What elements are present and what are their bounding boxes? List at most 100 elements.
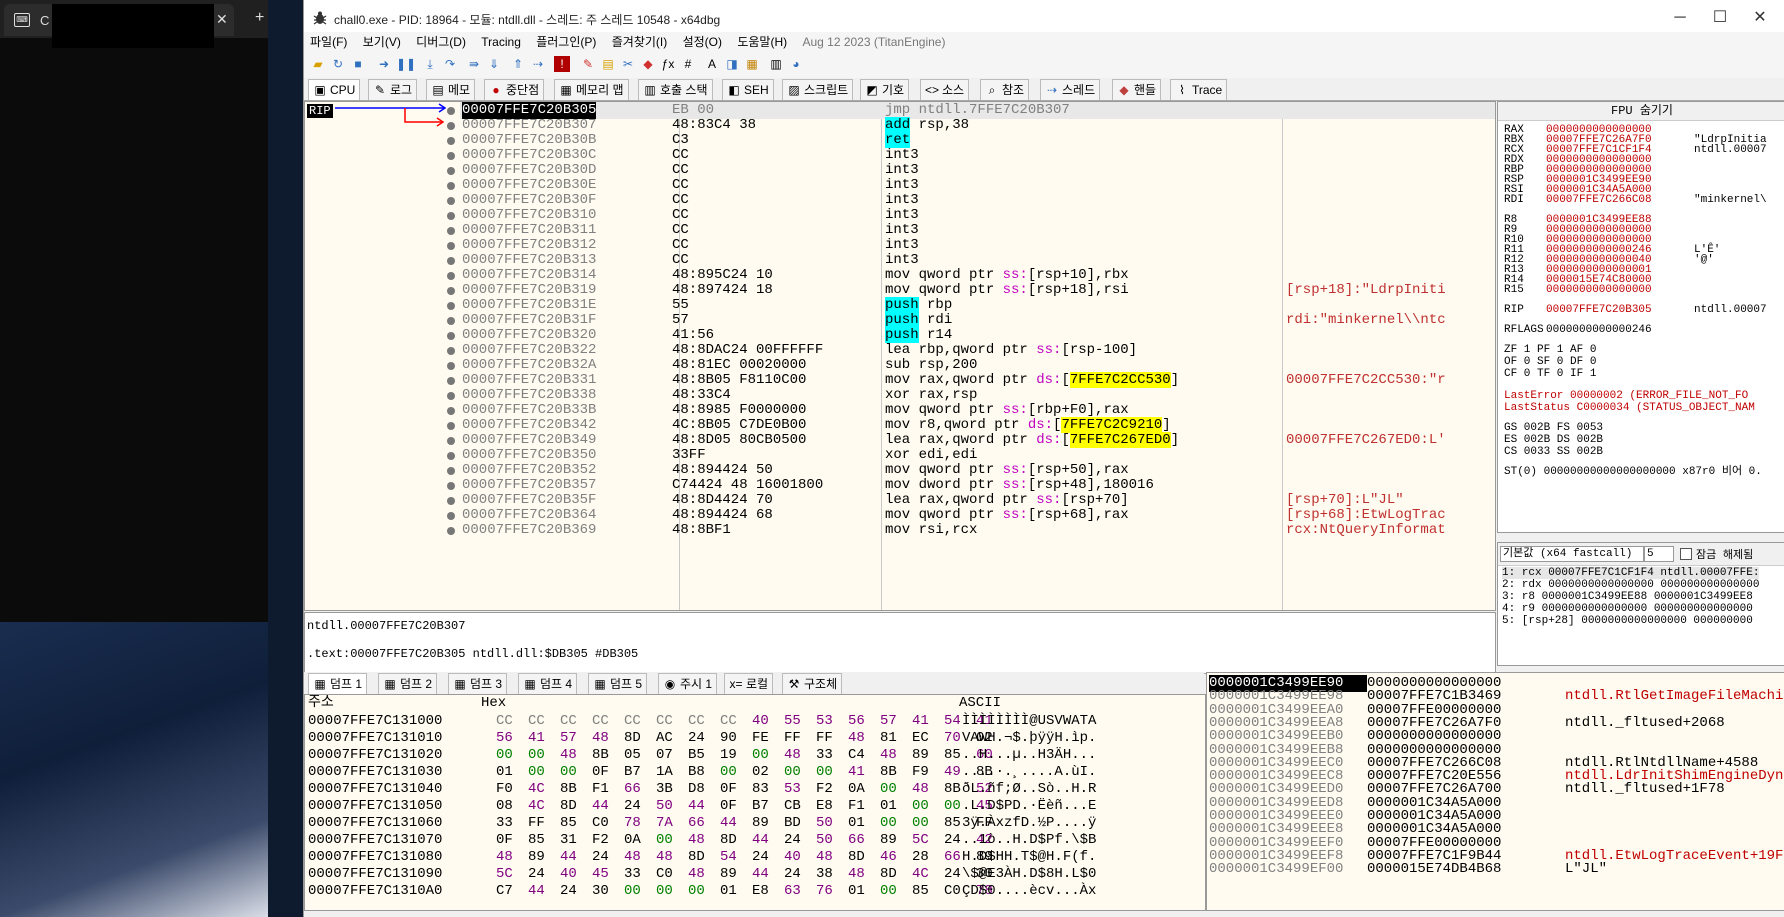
menu-debug[interactable]: 디버그(D): [410, 32, 472, 52]
font-icon[interactable]: A: [704, 56, 720, 72]
label-icon[interactable]: ✂: [620, 56, 636, 72]
register-row[interactable]: RDI 00007FFE7C266C08 "minkernel\: [1504, 194, 1767, 206]
trace-into-icon[interactable]: ⇛: [466, 56, 482, 72]
dump-tab[interactable]: ▦ 덤프 2: [378, 673, 438, 694]
open-icon[interactable]: ▰: [310, 56, 326, 72]
tab-notes[interactable]: ▤ 메모: [426, 79, 476, 100]
run-to-user-code-icon[interactable]: ⇢: [530, 56, 546, 72]
dump-tab[interactable]: ◉ 주시 1: [658, 673, 718, 694]
tab-references[interactable]: ⌕ 참조: [980, 79, 1030, 100]
dump-row[interactable]: 00007FFE7C131060 33 FF 85 C0 78 7A 66 44 89 BD 50 01…: [308, 815, 1096, 832]
minimize-button[interactable]: ─: [1660, 6, 1700, 30]
register-row[interactable]: R15 0000000000000000: [1504, 284, 1652, 296]
lock-checkbox[interactable]: [1680, 548, 1692, 560]
dump-row[interactable]: 00007FFE7C131080 48 89 44 24 48 48 8D 54 24 40 48 8D…: [308, 849, 1096, 866]
breakpoint-dot-icon[interactable]: [447, 212, 455, 220]
dump-tab[interactable]: ▦ 덤프 3: [448, 673, 508, 694]
menu-file[interactable]: 파일(F): [304, 32, 353, 52]
breakpoint-dot-icon[interactable]: [447, 302, 455, 310]
menu-plugins[interactable]: 플러그인(P): [530, 32, 602, 52]
close-button[interactable]: ✕: [1740, 6, 1780, 30]
dump-row[interactable]: 00007FFE7C131070 0F 85 31 F2 0A 00 48 8D 44 24 50 66…: [308, 832, 1096, 849]
dump-row[interactable]: 00007FFE7C131090 5C 24 40 45 33 C0 48 89 44 24 38 48…: [308, 866, 1096, 883]
breakpoint-dot-icon[interactable]: [447, 347, 455, 355]
patch-icon[interactable]: ✎: [580, 56, 596, 72]
arg-row[interactable]: 5: [rsp+28] 0000000000000000 000000000: [1502, 615, 1753, 627]
breakpoint-dot-icon[interactable]: [447, 392, 455, 400]
breakpoint-dot-icon[interactable]: [447, 197, 455, 205]
menu-favourites[interactable]: 즐겨찾기(I): [606, 32, 674, 52]
breakpoint-dot-icon[interactable]: [447, 377, 455, 385]
tab-trace[interactable]: ⌇ Trace: [1170, 79, 1228, 100]
breakpoint-dot-icon[interactable]: [447, 527, 455, 535]
breakpoint-dot-icon[interactable]: [447, 407, 455, 415]
comment-icon[interactable]: ▤: [600, 56, 616, 72]
background-tab[interactable]: ⌨ C ✕: [4, 4, 234, 48]
breakpoint-dot-icon[interactable]: [447, 182, 455, 190]
step-into-icon[interactable]: ⤓: [422, 56, 438, 72]
tab-handles[interactable]: ◆ 핸들: [1112, 79, 1162, 100]
breakpoint-dot-icon[interactable]: [447, 287, 455, 295]
arg-count-spinner[interactable]: 5: [1644, 546, 1674, 562]
maximize-button[interactable]: ☐: [1700, 6, 1740, 30]
breakpoint-dot-icon[interactable]: [447, 272, 455, 280]
dump-tab[interactable]: ▦ 덤프 4: [518, 673, 578, 694]
dump-tab[interactable]: ▦ 덤프 5: [588, 673, 648, 694]
settings-icon[interactable]: ◨: [724, 56, 740, 72]
breakpoint-dot-icon[interactable]: [447, 422, 455, 430]
menu-view[interactable]: 보기(V): [357, 32, 407, 52]
step-over-icon[interactable]: ↷: [442, 56, 458, 72]
register-row[interactable]: RIP 00007FFE7C20B305 ntdll.00007: [1504, 304, 1767, 316]
tab-breakpoints[interactable]: ● 중단점: [484, 79, 545, 100]
breakpoint-dot-icon[interactable]: [447, 452, 455, 460]
hash-icon[interactable]: #: [680, 56, 696, 72]
call-convention-select[interactable]: 기본값 (x64 fastcall): [1500, 546, 1644, 562]
pause-icon[interactable]: ❚❚: [396, 56, 416, 72]
breakpoint-dot-icon[interactable]: [447, 512, 455, 520]
dump-view[interactable]: 주소 Hex ASCII 00007FFE7C131000 CC CC CC CC CC C…: [304, 694, 1206, 911]
breakpoint-dot-icon[interactable]: [447, 167, 455, 175]
dump-row[interactable]: 00007FFE7C131050 08 4C 8D 44 24 50 44 0F B7 CB E8 F1…: [308, 798, 1096, 815]
globe-icon[interactable]: ◕: [788, 56, 804, 72]
dump-tab[interactable]: ▦ 덤프 1: [308, 673, 368, 694]
stack-row[interactable]: 0000001C3499EF00 0000015E74DB4B68 L"JL": [1209, 861, 1607, 878]
dump-tab[interactable]: ⚒ 구조체: [782, 673, 843, 694]
arg-row[interactable]: 2: rdx 0000000000000000 000000000000000: [1502, 579, 1759, 591]
tab-threads[interactable]: ⇢ 스레드: [1040, 79, 1101, 100]
breakpoint-dot-icon[interactable]: [447, 152, 455, 160]
registers-panel[interactable]: FPU 숨기기 RAX 0000000000000000 RBX 00007FFE7C…: [1497, 101, 1784, 533]
breakpoint-dot-icon[interactable]: [447, 332, 455, 340]
function-icon[interactable]: ƒx: [660, 56, 676, 72]
fpu-toggle-button[interactable]: FPU 숨기기: [1498, 102, 1784, 121]
tab-log[interactable]: ✎ 로그: [368, 79, 418, 100]
breakpoint-toggle-icon[interactable]: !: [554, 56, 570, 72]
dump-tab[interactable]: x= 로컬: [724, 673, 774, 694]
arg-row[interactable]: 4: r9 0000000000000000 000000000000000: [1502, 603, 1753, 615]
tab-cpu[interactable]: ▣ CPU: [308, 79, 361, 100]
breakpoint-dot-icon[interactable]: [447, 497, 455, 505]
calculator-icon[interactable]: ▦: [744, 56, 760, 72]
tab-memory-map[interactable]: ▦ 메모리 맵: [554, 79, 629, 100]
arg-row[interactable]: 3: r8 0000001C3499EE88 0000001C3499EE8: [1502, 591, 1753, 603]
menu-help[interactable]: 도움말(H): [731, 32, 793, 52]
breakpoint-dot-icon[interactable]: [447, 242, 455, 250]
dump-row[interactable]: 00007FFE7C131030 01 00 00 0F B7 1A B8 00 02 00 00 41…: [308, 764, 1096, 781]
breakpoint-dot-icon[interactable]: [447, 257, 455, 265]
breakpoint-dot-icon[interactable]: [447, 482, 455, 490]
breakpoint-dot-icon[interactable]: [447, 227, 455, 235]
breakpoint-dot-icon[interactable]: [447, 467, 455, 475]
breakpoint-dot-icon[interactable]: [447, 362, 455, 370]
menu-options[interactable]: 설정(O): [677, 32, 728, 52]
disassembly-view[interactable]: RIP 00007FFE7C20B305 EB 00 jmp ntdll.7FFE7…: [304, 101, 1496, 611]
tab-script[interactable]: ▨ 스크립트: [782, 79, 854, 100]
notes-icon[interactable]: ▥: [768, 56, 784, 72]
dump-row[interactable]: 00007FFE7C1310A0 C7 44 24 30 00 00 00 01 E8 63 76 01…: [308, 883, 1096, 900]
trace-over-icon[interactable]: ⇓: [486, 56, 502, 72]
breakpoint-dot-icon[interactable]: [447, 137, 455, 145]
dump-row[interactable]: 00007FFE7C131010 56 41 57 48 8D AC 24 90 FE FF FF 48…: [308, 730, 1096, 747]
execute-till-return-icon[interactable]: ⇑: [510, 56, 526, 72]
breakpoint-dot-icon[interactable]: [447, 122, 455, 130]
tab-symbols[interactable]: ◩ 기호: [860, 79, 910, 100]
tab-seh[interactable]: ◧ SEH: [722, 79, 774, 100]
menu-tracing[interactable]: Tracing: [475, 32, 527, 52]
